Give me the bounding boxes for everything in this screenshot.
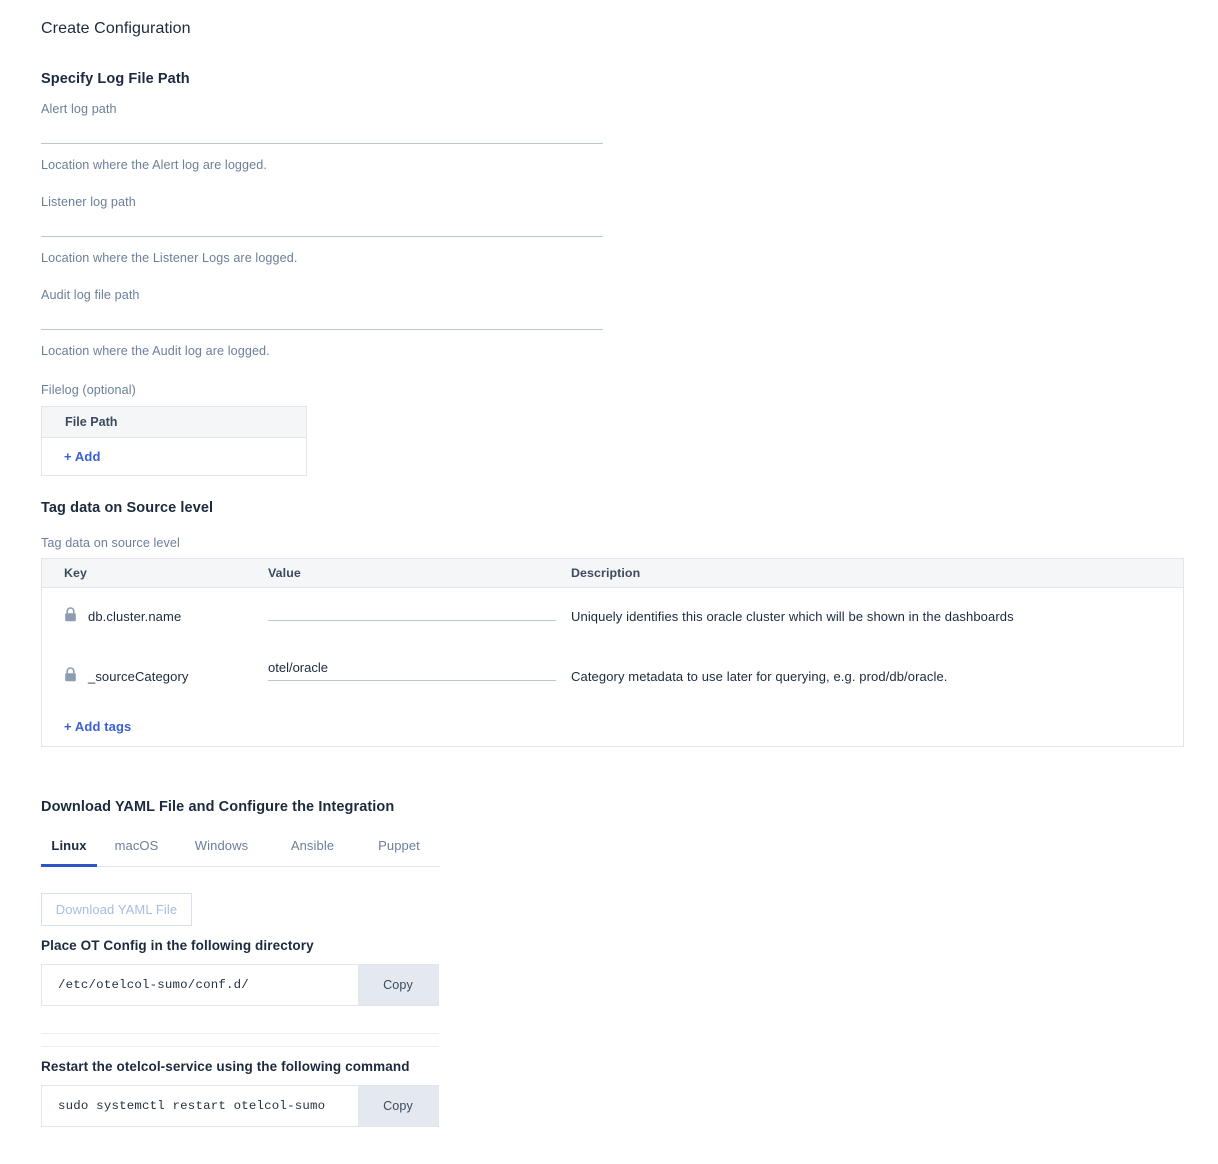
copy-config-dir-button[interactable]: Copy: [358, 965, 438, 1005]
alert-log-path-label: Alert log path: [41, 102, 117, 116]
tags-column-key: Key: [64, 566, 88, 580]
alert-log-path-help: Location where the Alert log are logged.: [41, 158, 267, 172]
create-configuration-page: Create Configuration Specify Log File Pa…: [0, 0, 1218, 1164]
audit-log-path-label: Audit log file path: [41, 288, 140, 302]
copy-restart-button[interactable]: Copy: [358, 1086, 438, 1126]
tab-linux[interactable]: Linux: [41, 838, 97, 867]
listener-log-path-input[interactable]: [41, 217, 603, 237]
filelog-table: File Path + Add: [41, 406, 307, 476]
listener-log-path-label: Listener log path: [41, 195, 136, 209]
tag-description: Uniquely identifies this oracle cluster …: [571, 609, 1014, 624]
tags-column-description: Description: [571, 566, 641, 580]
section-divider: [41, 1046, 439, 1047]
listener-log-path-help: Location where the Listener Logs are log…: [41, 251, 298, 265]
table-row: _sourceCategory Category metadata to use…: [42, 648, 1183, 708]
tags-column-value: Value: [268, 566, 301, 580]
page-title: Create Configuration: [41, 20, 191, 37]
filelog-label: Filelog (optional): [41, 383, 136, 397]
tab-puppet[interactable]: Puppet: [358, 838, 440, 867]
lock-icon: [64, 607, 77, 627]
tab-macos[interactable]: macOS: [97, 838, 176, 867]
audit-log-path-help: Location where the Audit log are logged.: [41, 344, 270, 358]
restart-service-heading: Restart the otelcol-service using the fo…: [41, 1059, 410, 1074]
audit-log-path-input[interactable]: [41, 310, 603, 330]
filelog-table-header: File Path: [42, 407, 306, 438]
tag-description: Category metadata to use later for query…: [571, 669, 948, 684]
tags-add-row: + Add tags: [42, 708, 1183, 755]
section-divider: [41, 1033, 439, 1034]
filelog-add-button[interactable]: + Add: [42, 449, 101, 464]
config-dir-command: /etc/otelcol-sumo/conf.d/: [58, 978, 249, 992]
tab-ansible[interactable]: Ansible: [267, 838, 358, 867]
tag-data-source-heading: Tag data on Source level: [41, 500, 214, 516]
specify-log-file-path-heading: Specify Log File Path: [41, 71, 190, 87]
tag-value-input[interactable]: [268, 660, 556, 681]
tab-windows[interactable]: Windows: [176, 838, 267, 867]
download-yaml-heading: Download YAML File and Configure the Int…: [41, 799, 395, 815]
filelog-table-body: + Add: [42, 438, 306, 475]
restart-command: sudo systemctl restart otelcol-sumo: [58, 1099, 326, 1113]
download-yaml-button[interactable]: Download YAML File: [41, 893, 192, 926]
add-tags-button[interactable]: + Add tags: [64, 719, 131, 734]
platform-tabs: Linux macOS Windows Ansible Puppet: [41, 838, 440, 867]
restart-code-box: sudo systemctl restart otelcol-sumo Copy: [41, 1085, 439, 1127]
filelog-column-file-path: File Path: [65, 415, 118, 429]
tag-value-input[interactable]: [268, 600, 556, 621]
place-ot-config-heading: Place OT Config in the following directo…: [41, 938, 314, 953]
tags-table-header: Key Value Description: [42, 559, 1183, 588]
tag-data-source-label: Tag data on source level: [41, 536, 180, 550]
tag-key: _sourceCategory: [88, 669, 189, 684]
tags-table: Key Value Description db.cluster.name Un…: [41, 558, 1184, 747]
table-row: db.cluster.name Uniquely identifies this…: [42, 588, 1183, 648]
lock-icon: [64, 667, 77, 687]
tag-key: db.cluster.name: [88, 609, 182, 624]
alert-log-path-input[interactable]: [41, 124, 603, 144]
config-dir-code-box: /etc/otelcol-sumo/conf.d/ Copy: [41, 964, 439, 1006]
